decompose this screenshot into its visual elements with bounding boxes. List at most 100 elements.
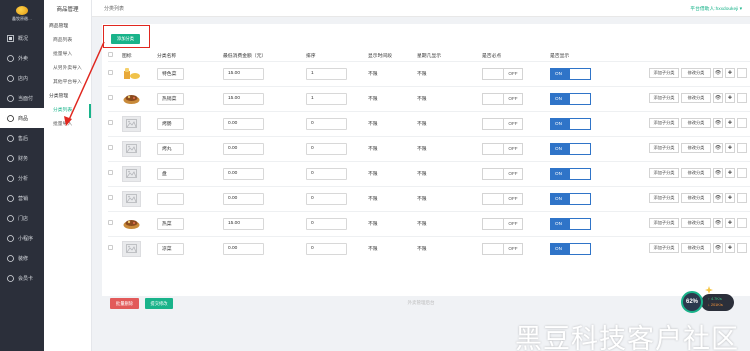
show-toggle[interactable]: ON (550, 67, 591, 80)
add-icon[interactable]: ✚ (725, 143, 735, 153)
category-name-input[interactable]: 热菜 (157, 217, 184, 230)
sidebar-item[interactable]: 营销 (0, 188, 44, 208)
edit-category-button[interactable]: 修改分类 (681, 118, 711, 128)
add-subcategory-button[interactable]: 添加子分类 (649, 143, 679, 153)
min-amount-input[interactable]: 0.00 (223, 242, 264, 255)
category-name-input[interactable] (157, 192, 184, 205)
add-subcategory-button[interactable]: 添加子分类 (649, 68, 679, 78)
row-checkbox[interactable] (108, 220, 113, 225)
sidebar-item[interactable]: 装修 (0, 248, 44, 268)
view-icon[interactable]: 👁 (713, 68, 723, 78)
add-icon[interactable]: ✚ (725, 118, 735, 128)
sort-input[interactable]: 0 (306, 117, 347, 130)
show-toggle[interactable]: ON (550, 192, 591, 205)
edit-category-button[interactable]: 修改分类 (681, 93, 711, 103)
edit-category-button[interactable]: 修改分类 (681, 218, 711, 228)
sort-input[interactable]: 0 (306, 242, 347, 255)
min-amount-input[interactable]: 0.00 (223, 167, 264, 180)
view-icon[interactable]: 👁 (713, 218, 723, 228)
add-icon[interactable]: ✚ (725, 93, 735, 103)
sort-input[interactable]: 0 (306, 217, 347, 230)
add-icon[interactable]: ✚ (725, 68, 735, 78)
row-checkbox[interactable] (108, 245, 113, 251)
add-icon[interactable]: ✚ (725, 168, 735, 178)
more-icon[interactable] (737, 143, 747, 153)
sidebar-item[interactable]: 外卖 (0, 48, 44, 68)
sort-input[interactable]: 0 (306, 192, 347, 205)
min-amount-input[interactable]: 0.00 (223, 117, 264, 130)
brand-logo[interactable]: 鑫牧原缴… (0, 0, 44, 28)
more-icon[interactable] (737, 218, 747, 228)
sidebar-item[interactable]: 当面付 (0, 88, 44, 108)
sidebar-item[interactable]: 店内 (0, 68, 44, 88)
add-subcategory-button[interactable]: 添加子分类 (649, 193, 679, 203)
must-order-toggle[interactable]: OFF (482, 142, 523, 155)
add-subcategory-button[interactable]: 添加子分类 (649, 218, 679, 228)
more-icon[interactable] (737, 168, 747, 178)
row-checkbox[interactable] (108, 170, 113, 175)
view-icon[interactable]: 👁 (713, 143, 723, 153)
category-name-input[interactable]: 凉菜 (157, 242, 184, 255)
view-icon[interactable]: 👁 (713, 193, 723, 203)
category-name-input[interactable]: 烤丸 (157, 142, 184, 155)
sidebar-item[interactable]: 分析 (0, 168, 44, 188)
row-checkbox[interactable] (108, 195, 113, 200)
sidebar-item[interactable]: 售后 (0, 128, 44, 148)
edit-category-button[interactable]: 修改分类 (681, 143, 711, 153)
add-subcategory-button[interactable]: 添加子分类 (649, 243, 679, 253)
cpu-gauge[interactable]: 62% (681, 291, 703, 313)
more-icon[interactable] (737, 193, 747, 203)
add-icon[interactable]: ✚ (725, 193, 735, 203)
sort-input[interactable]: 0 (306, 167, 347, 180)
min-amount-input[interactable]: 15.00 (223, 67, 264, 80)
min-amount-input[interactable]: 0.00 (223, 142, 264, 155)
category-name-input[interactable]: 特色菜 (157, 67, 184, 80)
edit-category-button[interactable]: 修改分类 (681, 68, 711, 78)
edit-category-button[interactable]: 修改分类 (681, 168, 711, 178)
must-order-toggle[interactable]: OFF (482, 167, 523, 180)
add-subcategory-button[interactable]: 添加子分类 (649, 93, 679, 103)
edit-category-button[interactable]: 修改分类 (681, 193, 711, 203)
show-toggle[interactable]: ON (550, 117, 591, 130)
must-order-toggle[interactable]: OFF (482, 117, 523, 130)
category-name-input[interactable]: 烤肠 (157, 117, 184, 130)
must-order-toggle[interactable]: OFF (482, 242, 523, 255)
sort-input[interactable]: 1 (306, 92, 347, 105)
more-icon[interactable] (737, 243, 747, 253)
show-toggle[interactable]: ON (550, 217, 591, 230)
must-order-toggle[interactable]: OFF (482, 192, 523, 205)
view-icon[interactable]: 👁 (713, 93, 723, 103)
more-icon[interactable] (737, 68, 747, 78)
sidebar-item[interactable]: 财务 (0, 148, 44, 168)
sidebar-item[interactable]: 商品 (0, 108, 44, 128)
view-icon[interactable]: 👁 (713, 243, 723, 253)
show-toggle[interactable]: ON (550, 142, 591, 155)
more-icon[interactable] (737, 118, 747, 128)
sidebar-item[interactable]: 门店 (0, 208, 44, 228)
row-checkbox[interactable] (108, 145, 113, 150)
sidebar-item[interactable]: 概况 (0, 28, 44, 48)
category-name-input[interactable]: 热销菜 (157, 92, 184, 105)
user-menu[interactable]: 平台借助人:hxxdoukeji ▾ (690, 5, 742, 12)
category-name-input[interactable]: 盘 (157, 167, 184, 180)
add-subcategory-button[interactable]: 添加子分类 (649, 168, 679, 178)
min-amount-input[interactable]: 15.00 (223, 92, 264, 105)
add-subcategory-button[interactable]: 添加子分类 (649, 118, 679, 128)
sort-input[interactable]: 1 (306, 67, 347, 80)
must-order-toggle[interactable]: OFF (482, 67, 523, 80)
sidebar-item[interactable]: 会员卡 (0, 268, 44, 288)
min-amount-input[interactable]: 15.00 (223, 217, 264, 230)
add-icon[interactable]: ✚ (725, 243, 735, 253)
more-icon[interactable] (737, 93, 747, 103)
add-category-button[interactable]: 添加分类 (111, 34, 140, 44)
show-toggle[interactable]: ON (550, 167, 591, 180)
must-order-toggle[interactable]: OFF (482, 217, 523, 230)
sidebar-item[interactable]: 小程序 (0, 228, 44, 248)
sort-input[interactable]: 0 (306, 142, 347, 155)
add-icon[interactable]: ✚ (725, 218, 735, 228)
show-toggle[interactable]: ON (550, 242, 591, 255)
view-icon[interactable]: 👁 (713, 168, 723, 178)
must-order-toggle[interactable]: OFF (482, 92, 523, 105)
show-toggle[interactable]: ON (550, 92, 591, 105)
view-icon[interactable]: 👁 (713, 118, 723, 128)
